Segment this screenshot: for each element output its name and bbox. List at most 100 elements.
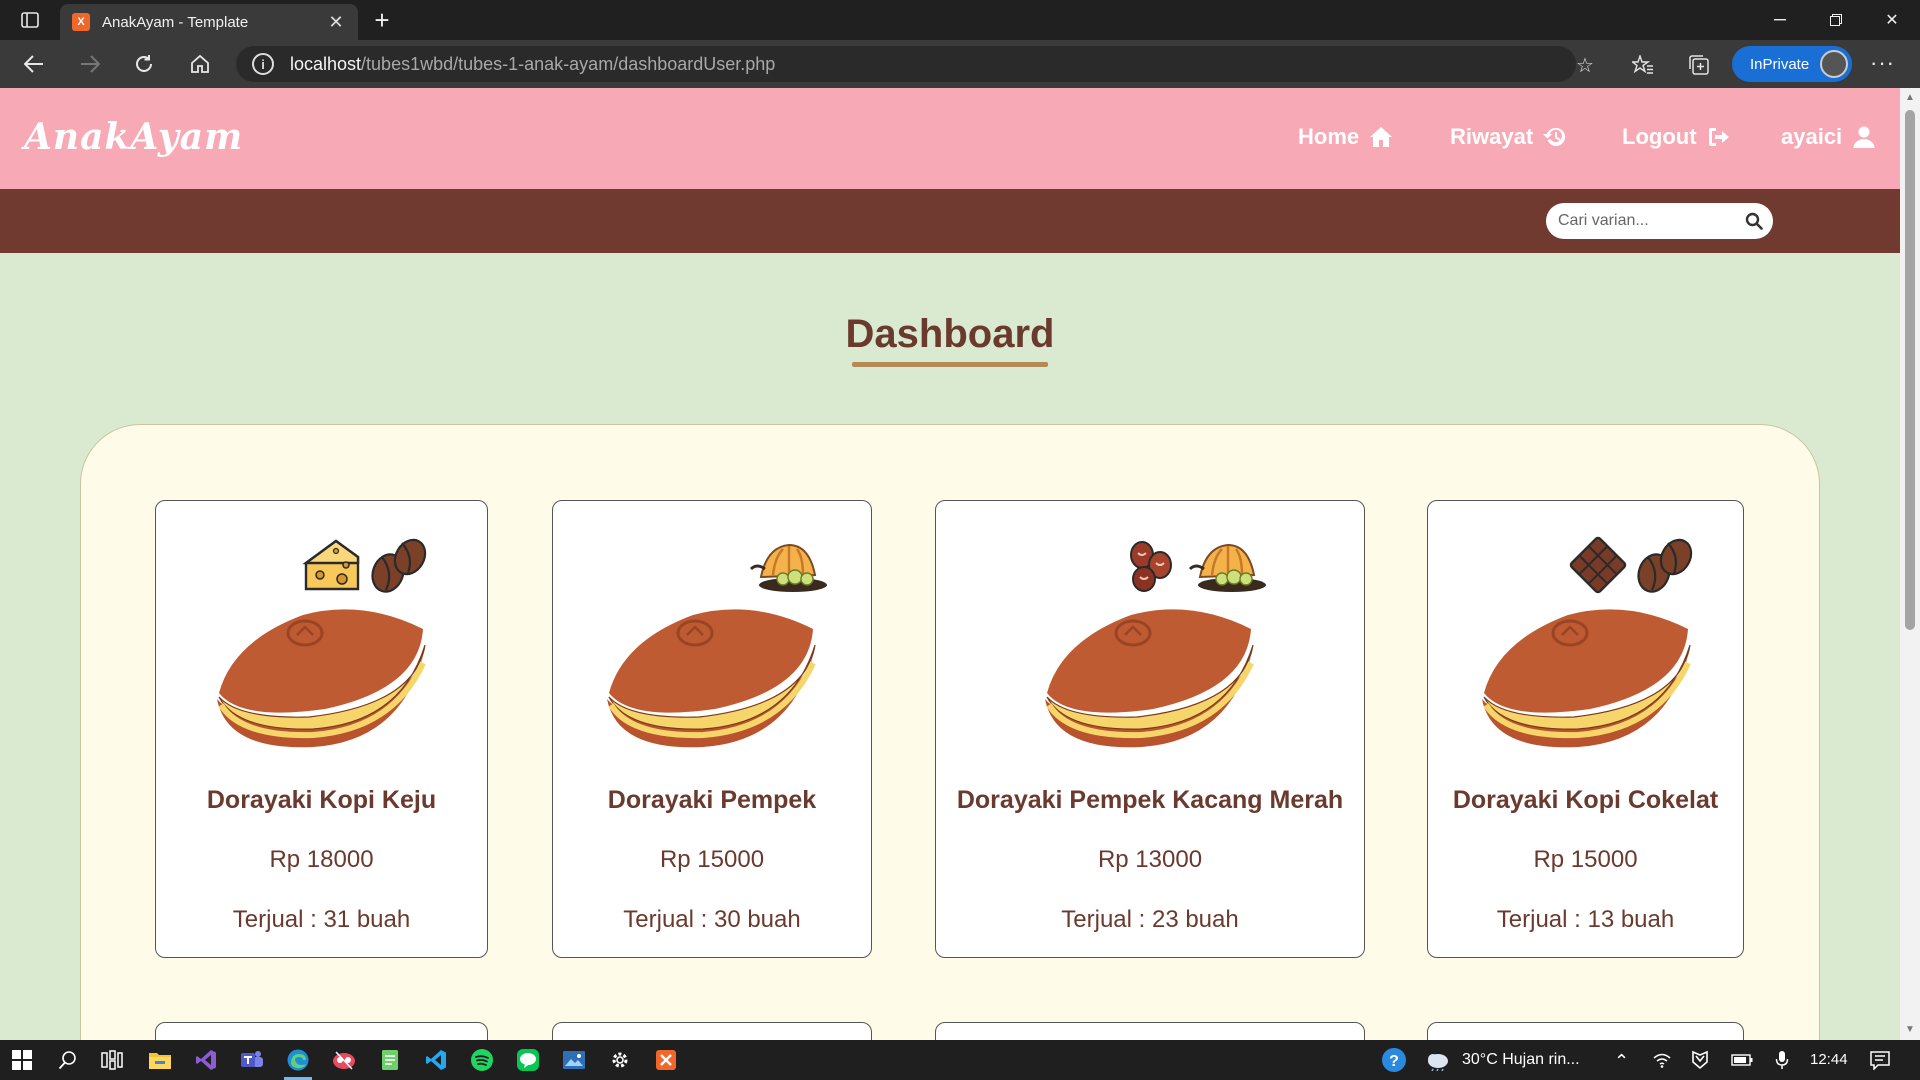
snipping-tool-icon[interactable] (330, 1046, 358, 1074)
product-card[interactable] (1427, 1022, 1744, 1040)
product-price: Rp 15000 (659, 846, 765, 873)
product-card[interactable] (155, 1022, 488, 1040)
edge-icon[interactable] (284, 1046, 312, 1074)
weather-text[interactable]: 30°C Hujan rin... (1462, 1051, 1580, 1069)
product-card[interactable] (935, 1022, 1365, 1040)
wifi-icon[interactable] (1648, 1046, 1676, 1074)
scroll-up-icon[interactable]: ▲ (1904, 92, 1916, 104)
collections-icon[interactable] (1686, 52, 1712, 78)
nav-home-label: Home (1298, 124, 1360, 149)
line-icon[interactable] (514, 1046, 542, 1074)
pempek-icon (1188, 543, 1266, 592)
minimize-icon[interactable] (1752, 0, 1808, 40)
product-card[interactable]: Dorayaki Pempek Kacang Merah Rp 13000 Te… (935, 500, 1365, 958)
xampp-favicon-icon: X (72, 13, 90, 31)
restore-icon[interactable] (1808, 0, 1864, 40)
settings-icon[interactable] (606, 1046, 634, 1074)
nav-user[interactable]: ayaici (1781, 124, 1876, 150)
home-browser-icon[interactable] (184, 48, 216, 80)
file-explorer-icon[interactable] (146, 1046, 174, 1074)
spotify-icon[interactable] (468, 1046, 496, 1074)
inprivate-button[interactable]: InPrivate (1732, 46, 1852, 82)
windows-start-icon[interactable] (8, 1046, 36, 1074)
window-close-icon[interactable]: ✕ (1864, 0, 1920, 40)
card-toppings (302, 535, 430, 599)
notepad-icon[interactable] (376, 1046, 404, 1074)
svg-text:?: ? (1389, 1053, 1399, 1070)
url-path: /tubes1wbd/tubes-1-anak-ayam/dashboardUs… (361, 53, 776, 74)
cheese-icon (302, 539, 360, 591)
forward-icon[interactable] (74, 48, 106, 80)
more-options-icon[interactable]: ··· (1870, 50, 1895, 76)
history-icon (1543, 127, 1566, 146)
chocolate-icon (1569, 536, 1627, 594)
card-toppings (1568, 535, 1696, 599)
card-toppings (1126, 535, 1268, 599)
battery-icon[interactable] (1728, 1046, 1756, 1074)
clock-time[interactable]: 12:44 (1810, 1051, 1848, 1068)
coffee-bean-icon (371, 538, 427, 593)
scroll-thumb[interactable] (1905, 110, 1915, 630)
visual-studio-icon[interactable] (192, 1046, 220, 1074)
product-price: Rp 13000 (1097, 846, 1203, 873)
site-info-icon[interactable]: i (252, 53, 274, 75)
profile-avatar (1820, 50, 1848, 78)
add-favorite-icon[interactable]: ☆ (1572, 52, 1598, 78)
product-name: Dorayaki Pempek Kacang Merah (956, 786, 1344, 814)
product-card[interactable]: Dorayaki Kopi Cokelat Rp 15000 Terjual :… (1427, 500, 1744, 958)
home-icon (1370, 127, 1393, 147)
url-bar[interactable]: i localhost/tubes1wbd/tubes-1-anak-ayam/… (236, 46, 1576, 82)
page-scrollbar[interactable]: ▲ ▼ (1900, 88, 1920, 1040)
scroll-down-icon[interactable]: ▼ (1904, 1024, 1916, 1036)
search-bar-strip (0, 189, 1900, 253)
nav-logout[interactable]: Logout (1622, 124, 1731, 150)
microphone-icon[interactable] (1768, 1046, 1796, 1074)
site-logo[interactable]: AnakAyam (24, 116, 243, 158)
tab-title: AnakAyam - Template (102, 13, 249, 31)
product-card[interactable] (552, 1022, 872, 1040)
nav-user-label: ayaici (1781, 124, 1843, 149)
search-icon[interactable] (1745, 212, 1763, 230)
search-taskbar-icon[interactable] (54, 1046, 82, 1074)
xampp-icon[interactable] (652, 1046, 680, 1074)
product-sold: Terjual : 13 buah (1496, 906, 1675, 933)
browser-tab-bar: X AnakAyam - Template ✕ + ✕ (0, 0, 1920, 40)
notification-icon[interactable] (1866, 1046, 1894, 1074)
tab-close-icon[interactable]: ✕ (326, 12, 346, 33)
user-icon (1853, 126, 1875, 148)
card-toppings (743, 535, 829, 599)
site-header: AnakAyam Home Riwayat Logout ayaici (0, 88, 1900, 189)
photos-icon[interactable] (560, 1046, 588, 1074)
tab-actions-icon[interactable] (14, 8, 46, 32)
search-input[interactable] (1558, 212, 1738, 230)
show-hidden-icons[interactable]: ⌃ (1614, 1051, 1629, 1072)
product-name: Dorayaki Pempek (607, 786, 817, 814)
help-icon[interactable]: ? (1380, 1046, 1408, 1074)
back-icon[interactable] (18, 48, 50, 80)
product-card[interactable]: Dorayaki Pempek Rp 15000 Terjual : 30 bu… (552, 500, 872, 958)
title-underline (852, 362, 1048, 367)
red-bean-icon (1130, 541, 1172, 592)
task-view-icon[interactable] (98, 1046, 126, 1074)
shield-icon[interactable] (1686, 1046, 1714, 1074)
dorayaki-icon (607, 609, 816, 748)
favorites-icon[interactable] (1630, 52, 1656, 78)
weather-icon[interactable] (1424, 1046, 1452, 1074)
product-card[interactable]: Dorayaki Kopi Keju Rp 18000 Terjual : 31… (155, 500, 488, 958)
dorayaki-icon (1045, 609, 1254, 748)
vscode-icon[interactable] (422, 1046, 450, 1074)
browser-tab-active[interactable]: X AnakAyam - Template ✕ (60, 4, 358, 40)
search-box (1546, 203, 1773, 239)
product-price: Rp 18000 (269, 846, 374, 873)
product-price: Rp 15000 (1533, 846, 1638, 873)
refresh-icon[interactable] (128, 48, 160, 80)
nav-riwayat[interactable]: Riwayat (1450, 124, 1567, 150)
nav-home[interactable]: Home (1298, 124, 1393, 150)
new-tab-icon[interactable]: + (368, 5, 396, 35)
nav-riwayat-label: Riwayat (1450, 124, 1534, 149)
browser-address-bar: i localhost/tubes1wbd/tubes-1-anak-ayam/… (0, 40, 1920, 88)
teams-icon[interactable] (238, 1046, 266, 1074)
dorayaki-icon (1482, 609, 1691, 748)
product-name: Dorayaki Kopi Keju (206, 786, 437, 814)
product-name: Dorayaki Kopi Cokelat (1452, 786, 1719, 814)
